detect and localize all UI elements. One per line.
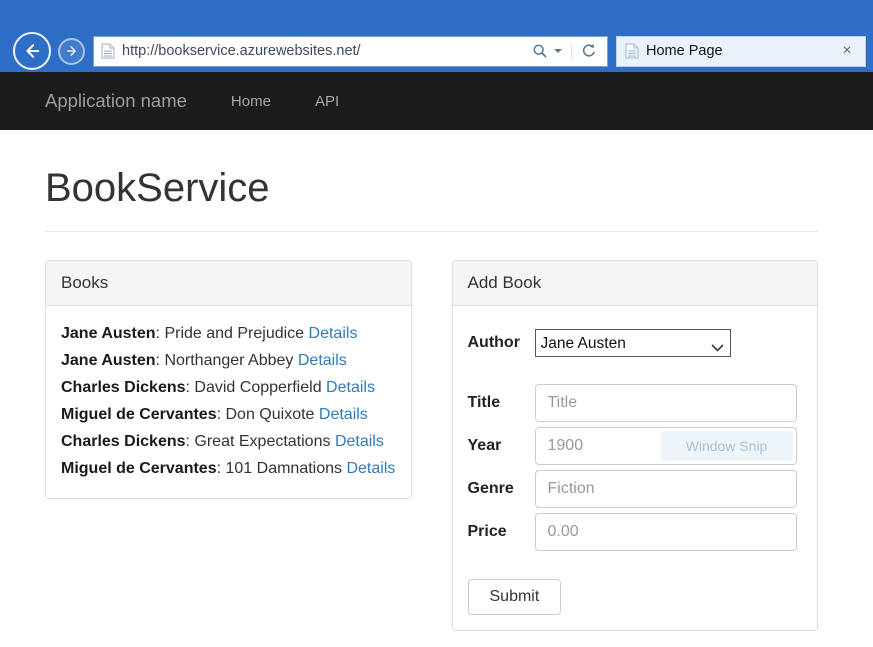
page-icon xyxy=(625,43,639,59)
genre-input[interactable] xyxy=(535,470,797,508)
add-book-panel-heading: Add Book xyxy=(453,261,818,306)
back-button[interactable] xyxy=(13,32,51,70)
title-label: Title xyxy=(468,394,535,412)
book-details-link[interactable]: Details xyxy=(298,352,347,369)
book-details-link[interactable]: Details xyxy=(326,379,375,396)
submit-button[interactable]: Submit xyxy=(468,579,562,615)
year-input[interactable] xyxy=(535,427,797,465)
arrow-right-icon xyxy=(65,44,79,58)
price-label: Price xyxy=(468,523,535,541)
book-author: Jane Austen xyxy=(61,325,156,342)
arrow-left-icon xyxy=(22,41,42,61)
browser-tab[interactable]: Home Page × xyxy=(616,36,866,67)
search-icon[interactable] xyxy=(529,43,551,59)
url-text: http://bookservice.azurewebsites.net/ xyxy=(122,43,529,59)
site-navbar: Application name Home API xyxy=(0,72,873,130)
title-input[interactable] xyxy=(535,384,797,422)
address-bar-divider xyxy=(571,43,572,60)
tab-close-button[interactable]: × xyxy=(837,41,857,61)
book-title: 101 Damnations xyxy=(226,460,343,477)
book-list-item: Jane Austen: Northanger Abbey Details xyxy=(61,348,396,373)
book-title: David Copperfield xyxy=(194,379,321,396)
genre-label: Genre xyxy=(468,480,535,498)
book-author: Charles Dickens xyxy=(61,379,186,396)
book-list-item: Charles Dickens: Great Expectations Deta… xyxy=(61,429,396,454)
book-details-link[interactable]: Details xyxy=(346,460,395,477)
address-bar[interactable]: http://bookservice.azurewebsites.net/ xyxy=(93,36,608,67)
book-details-link[interactable]: Details xyxy=(309,325,358,342)
author-label: Author xyxy=(468,334,535,352)
price-input[interactable] xyxy=(535,513,797,551)
book-details-link[interactable]: Details xyxy=(319,406,368,423)
author-select[interactable]: Jane Austen xyxy=(535,329,731,357)
navbar-brand[interactable]: Application name xyxy=(45,90,187,112)
page-icon xyxy=(101,43,115,59)
book-list-item: Jane Austen: Pride and Prejudice Details xyxy=(61,321,396,346)
year-label: Year xyxy=(468,437,535,455)
add-book-panel: Add Book Author Jane Austen Title xyxy=(452,260,819,631)
book-title: Pride and Prejudice xyxy=(164,325,304,342)
tab-title: Home Page xyxy=(646,43,837,59)
refresh-icon[interactable] xyxy=(578,43,600,59)
books-panel: Books Jane Austen: Pride and Prejudice D… xyxy=(45,260,412,499)
book-separator: : xyxy=(217,460,226,477)
book-list-item: Miguel de Cervantes: Don Quixote Details xyxy=(61,402,396,427)
divider xyxy=(45,231,818,232)
browser-chrome: http://bookservice.azurewebsites.net/ Ho… xyxy=(0,0,873,72)
nav-link-home[interactable]: Home xyxy=(231,93,271,110)
book-title: Don Quixote xyxy=(226,406,315,423)
book-author: Jane Austen xyxy=(61,352,156,369)
forward-button[interactable] xyxy=(58,38,85,65)
books-list: Jane Austen: Pride and Prejudice Details… xyxy=(46,306,411,498)
book-title: Great Expectations xyxy=(194,433,330,450)
book-separator: : xyxy=(217,406,226,423)
books-panel-heading: Books xyxy=(46,261,411,306)
search-dropdown-caret-icon[interactable] xyxy=(554,49,562,53)
book-author: Miguel de Cervantes xyxy=(61,460,217,477)
nav-link-api[interactable]: API xyxy=(315,93,339,110)
book-list-item: Charles Dickens: David Copperfield Detai… xyxy=(61,375,396,400)
page-container: BookService Books Jane Austen: Pride and… xyxy=(45,166,818,631)
page-title: BookService xyxy=(45,166,818,211)
book-author: Miguel de Cervantes xyxy=(61,406,217,423)
book-title: Northanger Abbey xyxy=(164,352,293,369)
book-list-item: Miguel de Cervantes: 101 Damnations Deta… xyxy=(61,456,396,481)
book-author: Charles Dickens xyxy=(61,433,186,450)
book-details-link[interactable]: Details xyxy=(335,433,384,450)
